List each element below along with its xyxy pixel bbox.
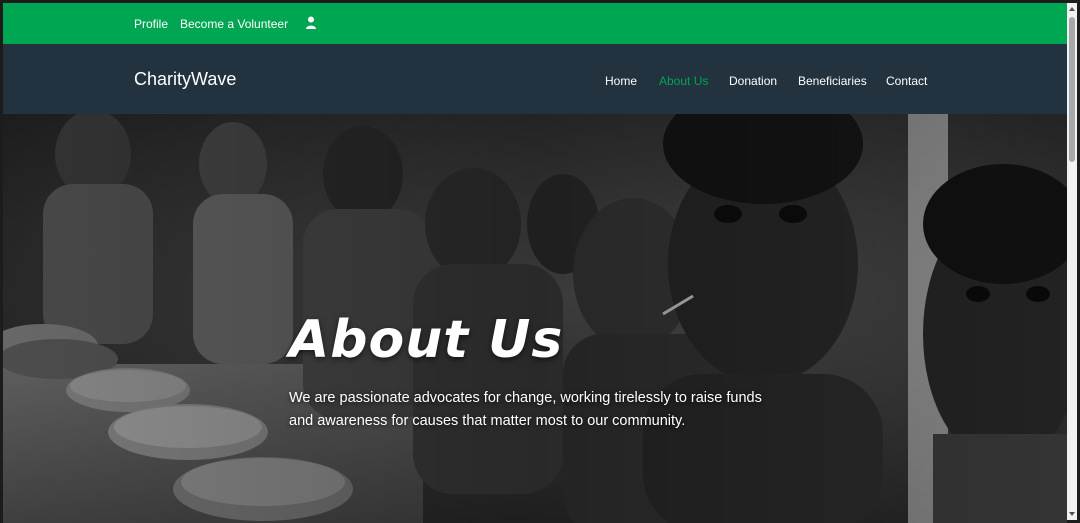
scrollbar-thumb[interactable] xyxy=(1069,17,1075,162)
nav-home[interactable]: Home xyxy=(605,73,637,89)
nav-donation[interactable]: Donation xyxy=(729,73,777,89)
hero-section: About Us We are passionate advocates for… xyxy=(3,114,1067,523)
become-volunteer-link[interactable]: Become a Volunteer xyxy=(180,16,288,32)
nav-about-us[interactable]: About Us xyxy=(659,73,708,89)
main-navbar: CharityWave Home About Us Donation Benef… xyxy=(3,44,1067,114)
nav-beneficiaries[interactable]: Beneficiaries xyxy=(798,73,867,89)
user-icon[interactable] xyxy=(305,16,317,30)
scroll-down-arrow-icon[interactable] xyxy=(1068,510,1076,518)
page-scrollbar[interactable] xyxy=(1067,3,1077,520)
profile-link[interactable]: Profile xyxy=(134,16,168,32)
hero-title: About Us xyxy=(289,310,564,370)
hero-description: We are passionate advocates for change, … xyxy=(289,390,762,429)
browser-viewport: Profile Become a Volunteer CharityWave H… xyxy=(3,3,1067,523)
nav-contact[interactable]: Contact xyxy=(886,73,927,89)
top-bar: Profile Become a Volunteer xyxy=(3,3,1067,44)
scroll-up-arrow-icon[interactable] xyxy=(1068,5,1076,13)
brand-logo[interactable]: CharityWave xyxy=(134,68,236,90)
